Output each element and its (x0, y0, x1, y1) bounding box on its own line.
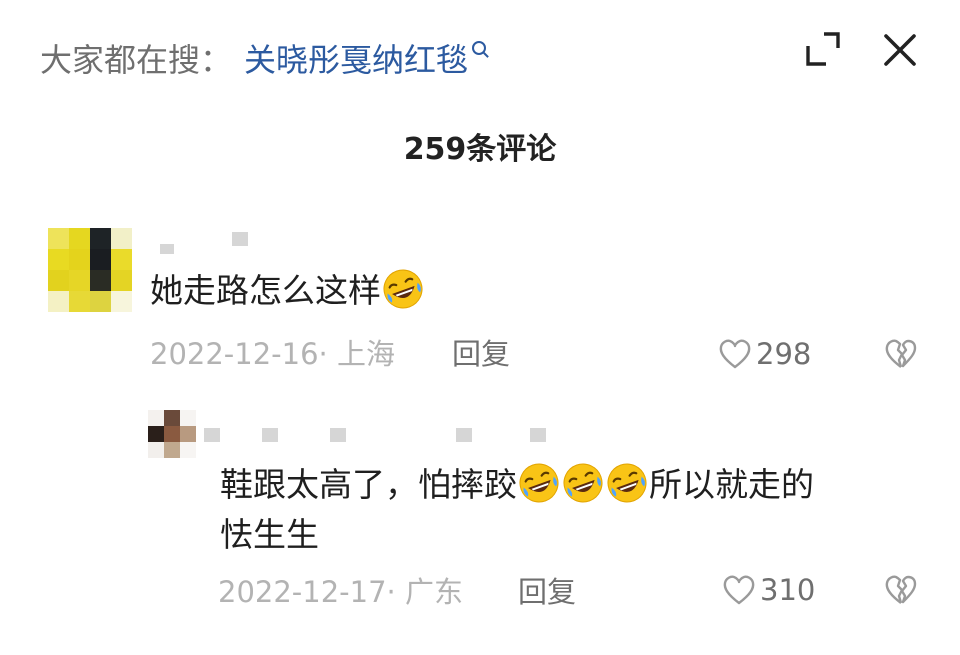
comment-count: 259条评论 (403, 132, 557, 167)
trending-search[interactable]: 大家都在搜： 关晓彤戛纳红毯 (40, 36, 487, 84)
magnifier-icon (472, 41, 487, 55)
broken-heart-icon[interactable] (884, 338, 918, 372)
like-count: 298 (756, 337, 812, 371)
username-redacted[interactable] (160, 232, 250, 254)
username-redacted[interactable] (200, 428, 560, 444)
laughing-emoji-icon (606, 462, 648, 504)
reply-date-location: 2022-12-17· 广东 (218, 575, 463, 609)
broken-heart-icon[interactable] (884, 574, 918, 608)
laughing-emoji-icon (562, 462, 604, 504)
laughing-emoji-icon (382, 268, 424, 310)
trending-search-term[interactable]: 关晓彤戛纳红毯 (244, 41, 468, 79)
comment-text: 她走路怎么这样 (150, 266, 425, 316)
close-icon[interactable] (880, 30, 920, 70)
avatar[interactable] (48, 228, 132, 312)
reply-button[interactable]: 回复 (518, 572, 576, 612)
reply-text-line2: 怯生生 (220, 515, 319, 554)
heart-icon (722, 574, 756, 606)
like-button[interactable]: 298 (718, 334, 811, 374)
laughing-emoji-icon (518, 462, 560, 504)
comment-text-body: 她走路怎么这样 (150, 271, 381, 310)
reply-text-part2: 所以就走的 (649, 465, 814, 504)
trending-search-prefix: 大家都在搜： (40, 41, 233, 79)
comment-date-location: 2022-12-16· 上海 (150, 337, 395, 371)
avatar[interactable] (148, 410, 196, 458)
like-count: 310 (760, 573, 816, 607)
reply-text-part1: 鞋跟太高了，怕摔跤 (220, 465, 517, 504)
heart-icon (718, 338, 752, 370)
reply-button[interactable]: 回复 (452, 334, 510, 374)
expand-icon[interactable] (804, 30, 842, 68)
like-button[interactable]: 310 (722, 570, 815, 610)
reply-text: 鞋跟太高了，怕摔跤 所以就走的 怯生生 (220, 460, 920, 560)
comments-sheet: 大家都在搜： 关晓彤戛纳红毯 259条评论 她走路怎么这样 2022-12-16·… (0, 0, 960, 655)
